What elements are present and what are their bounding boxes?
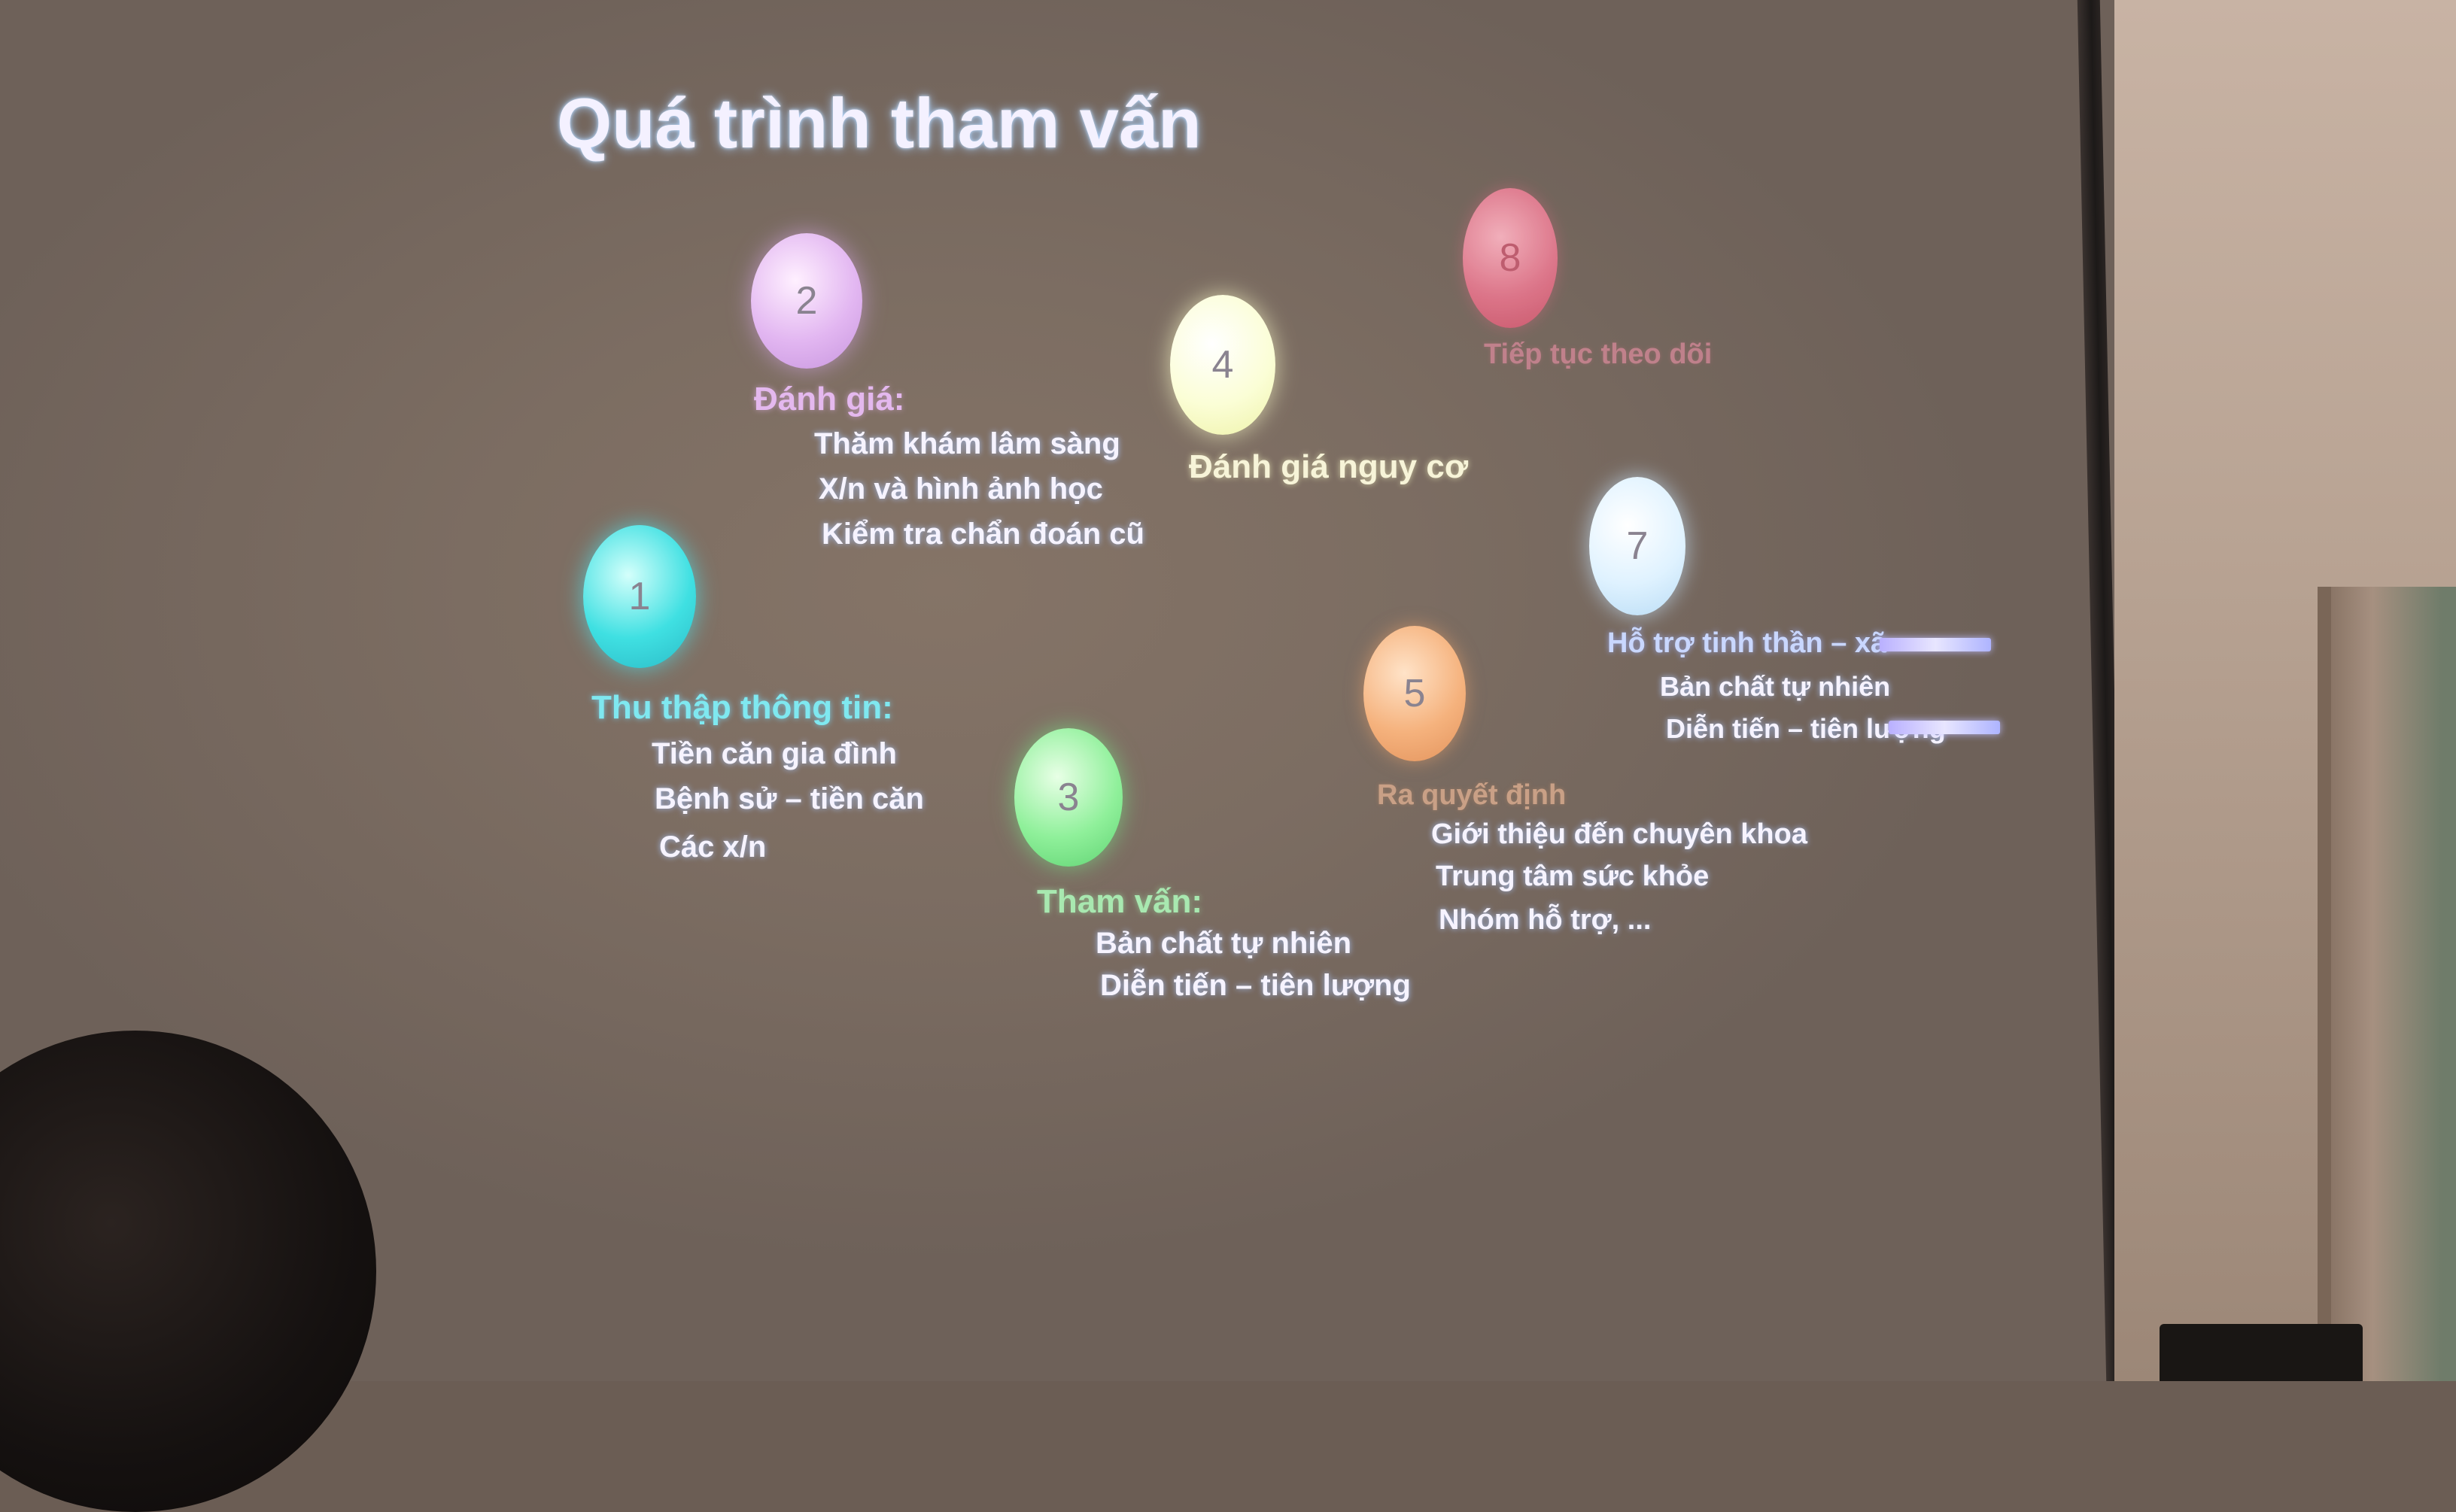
- step-4-number: 4: [1211, 343, 1234, 387]
- step-1-item-1: Tiền căn gia đình: [652, 737, 897, 770]
- step-7-item-highlight: [1889, 721, 2000, 734]
- door-frame: [2318, 587, 2456, 1381]
- step-5-item-1: Giới thiệu đến chuyên khoa: [1431, 818, 1807, 850]
- step-7-item-1: Bản chất tự nhiên: [1660, 671, 1891, 702]
- step-1-heading: Thu thập thông tin:: [591, 689, 893, 726]
- step-8-circle: 8: [1463, 188, 1558, 328]
- step-1-number: 1: [628, 575, 651, 618]
- step-5-item-2: Trung tâm sức khỏe: [1436, 861, 1710, 892]
- step-3-number: 3: [1057, 776, 1080, 819]
- step-2-item-1: Thăm khám lâm sàng: [814, 427, 1120, 460]
- step-3-item-1: Bản chất tự nhiên: [1096, 927, 1352, 960]
- step-3-item-2: Diễn tiến – tiên lượng: [1100, 969, 1411, 1002]
- step-8-number: 8: [1499, 236, 1521, 280]
- step-3-circle: 3: [1014, 728, 1123, 867]
- step-7-circle: 7: [1589, 477, 1685, 615]
- step-5-number: 5: [1403, 672, 1426, 715]
- dark-object: [2160, 1324, 2363, 1381]
- step-5-heading: Ra quyết định: [1377, 779, 1567, 811]
- step-8-heading: Tiếp tục theo dõi: [1484, 339, 1713, 370]
- step-2-item-3: Kiểm tra chẩn đoán cũ: [822, 518, 1144, 551]
- step-1-circle: 1: [583, 525, 696, 668]
- step-5-item-3: Nhóm hỗ trợ, ...: [1439, 904, 1652, 936]
- step-2-circle: 2: [751, 233, 862, 369]
- step-4-circle: 4: [1170, 295, 1275, 435]
- step-7-number: 7: [1626, 524, 1649, 568]
- step-7-heading-highlight: [1880, 638, 1991, 651]
- step-3-heading: Tham vấn:: [1037, 883, 1203, 920]
- slide-title: Quá trình tham vấn: [557, 83, 1202, 162]
- step-2-item-2: X/n và hình ảnh học: [819, 472, 1103, 506]
- step-5-circle: 5: [1363, 626, 1466, 761]
- step-2-heading: Đánh giá:: [754, 381, 905, 417]
- step-2-number: 2: [795, 279, 818, 323]
- step-1-item-3: Các x/n: [659, 830, 767, 864]
- step-7-heading: Hỗ trợ tinh thần – xã: [1607, 627, 1887, 659]
- step-1-item-2: Bệnh sử – tiền căn: [655, 782, 924, 815]
- step-4-heading: Đánh giá nguy cơ: [1189, 448, 1469, 485]
